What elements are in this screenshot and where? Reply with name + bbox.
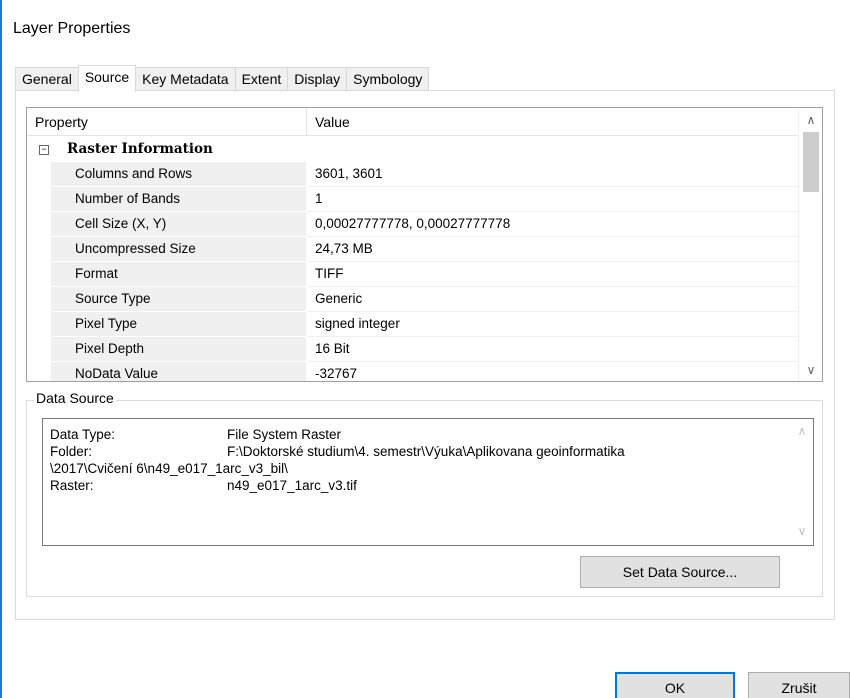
- set-data-source-button[interactable]: Set Data Source...: [580, 556, 780, 588]
- property-value: 0,00027777778, 0,00027777778: [315, 216, 511, 231]
- property-value-cell: [307, 187, 799, 212]
- tab-key-metadata[interactable]: Key Metadata: [135, 67, 236, 91]
- cancel-button[interactable]: Zrušit: [748, 672, 850, 698]
- property-row[interactable]: Source Type Generic: [27, 287, 799, 312]
- property-row[interactable]: NoData Value -32767: [27, 362, 799, 381]
- property-value: -32767: [315, 366, 358, 381]
- property-name: Pixel Depth: [75, 341, 145, 356]
- scroll-down-icon[interactable]: ∨: [791, 523, 813, 540]
- folder-value-line2: \2017\Cvičení 6\n49_e017_1arc_v3_bil\: [50, 461, 288, 476]
- property-name: Uncompressed Size: [75, 241, 196, 256]
- property-value: 24,73 MB: [315, 241, 373, 256]
- property-name: Number of Bands: [75, 191, 181, 206]
- property-name: Pixel Type: [75, 316, 138, 331]
- property-value-cell: [307, 337, 799, 362]
- property-value: 3601, 3601: [315, 166, 383, 181]
- property-value-cell: [307, 287, 799, 312]
- data-source-text-box[interactable]: Data Type: File System Raster Folder: F:…: [42, 418, 814, 546]
- property-column-header[interactable]: Property: [35, 114, 88, 130]
- scroll-up-icon[interactable]: ∧: [799, 110, 822, 130]
- collapse-toggle-icon[interactable]: −: [39, 145, 49, 155]
- category-raster-information[interactable]: − Raster Information: [27, 136, 799, 162]
- tab-bar: General Source Key Metadata Extent Displ…: [15, 65, 430, 92]
- window-left-border: [0, 0, 2, 698]
- property-value: 1: [315, 191, 323, 206]
- property-row[interactable]: Number of Bands 1: [27, 187, 799, 212]
- scroll-up-icon[interactable]: ∧: [791, 423, 813, 440]
- column-divider[interactable]: [306, 108, 307, 136]
- tab-source[interactable]: Source: [77, 65, 137, 92]
- raster-value: n49_e017_1arc_v3.tif: [227, 478, 357, 493]
- property-row[interactable]: Pixel Depth 16 Bit: [27, 337, 799, 362]
- property-row[interactable]: Columns and Rows 3601, 3601: [27, 162, 799, 187]
- property-value-cell: [307, 237, 799, 262]
- property-name: NoData Value: [75, 366, 159, 381]
- property-row[interactable]: Uncompressed Size 24,73 MB: [27, 237, 799, 262]
- tab-symbology[interactable]: Symbology: [346, 67, 430, 91]
- scroll-down-icon[interactable]: ∨: [799, 360, 822, 380]
- property-value: Generic: [315, 291, 363, 306]
- property-name: Source Type: [75, 291, 151, 306]
- property-value: signed integer: [315, 316, 400, 331]
- data-type-value: File System Raster: [227, 427, 342, 442]
- property-row[interactable]: Cell Size (X, Y) 0,00027777778, 0,0002777…: [27, 212, 799, 237]
- property-row[interactable]: Pixel Type signed integer: [27, 312, 799, 337]
- data-source-scrollbar[interactable]: ∧ ∨: [791, 419, 813, 545]
- scrollbar-thumb[interactable]: [803, 132, 819, 192]
- property-value-cell: [307, 262, 799, 287]
- tab-display[interactable]: Display: [287, 67, 348, 91]
- folder-label: Folder:: [50, 444, 93, 459]
- data-type-label: Data Type:: [50, 427, 116, 442]
- data-source-group-title: Data Source: [34, 390, 116, 406]
- tab-general[interactable]: General: [15, 67, 79, 91]
- property-name: Format: [75, 266, 118, 281]
- folder-value-line1: F:\Doktorské studium\4. semestr\Výuka\Ap…: [227, 444, 625, 459]
- property-name: Cell Size (X, Y): [75, 216, 167, 231]
- property-value-cell: [307, 362, 799, 381]
- property-value: TIFF: [315, 266, 344, 281]
- property-name: Columns and Rows: [75, 166, 193, 181]
- property-value: 16 Bit: [315, 341, 350, 356]
- grid-vertical-scrollbar[interactable]: ∧ ∨: [798, 108, 822, 381]
- property-row[interactable]: Format TIFF: [27, 262, 799, 287]
- ok-button[interactable]: OK: [615, 672, 735, 698]
- tab-extent[interactable]: Extent: [234, 67, 289, 91]
- property-grid[interactable]: Property Value − Raster Information Colu…: [26, 107, 823, 382]
- raster-label: Raster:: [50, 478, 94, 493]
- category-label: Raster Information: [67, 141, 213, 157]
- window-title: Layer Properties: [13, 20, 131, 37]
- value-column-header[interactable]: Value: [315, 114, 350, 130]
- grid-header: Property Value: [27, 108, 799, 136]
